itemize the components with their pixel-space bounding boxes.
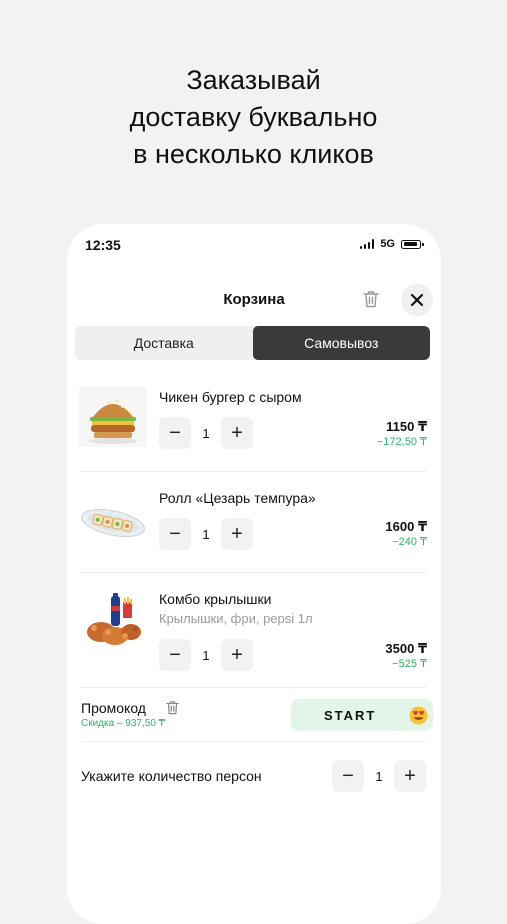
caesar-roll-image (79, 491, 147, 551)
status-time: 12:35 (85, 237, 121, 253)
status-indicators: 5G (359, 238, 424, 250)
promo-code-field[interactable]: START (291, 699, 433, 731)
item-price: 1150 ₸ (386, 419, 427, 434)
persons-stepper: − 1 + (332, 760, 426, 792)
headline-line-2: доставку буквально (129, 102, 378, 132)
remove-promo-trash-icon[interactable] (166, 700, 179, 720)
decrease-button[interactable]: − (159, 518, 191, 550)
quantity-stepper: − 1 + (159, 518, 253, 550)
phone-screen: 12:35 5G Корзина Доставка Самовывоз Чике… (67, 224, 441, 924)
headline: Заказывай доставку буквально в несколько… (0, 62, 507, 173)
item-discount: −240 ₸ (392, 536, 427, 548)
status-bar: 12:35 5G (67, 224, 441, 264)
decrease-persons-button[interactable]: − (332, 760, 364, 792)
item-quantity: 1 (202, 526, 210, 542)
signal-icon (359, 239, 375, 249)
item-quantity: 1 (202, 647, 210, 663)
heart-eyes-emoji-icon (409, 706, 428, 730)
decrease-button[interactable]: − (159, 639, 191, 671)
item-discount: −525 ₸ (392, 658, 427, 670)
promo-code-value: START (324, 708, 377, 723)
item-quantity: 1 (202, 425, 210, 441)
decrease-button[interactable]: − (159, 417, 191, 449)
wings-combo-image (79, 592, 147, 652)
promo-label: Промокод (81, 700, 146, 716)
divider (81, 741, 427, 742)
tab-delivery[interactable]: Доставка (75, 326, 253, 360)
tab-pickup[interactable]: Самовывоз (252, 326, 430, 360)
headline-line-3: в несколько кликов (133, 139, 374, 169)
item-price: 1600 ₸ (385, 519, 427, 534)
increase-button[interactable]: + (221, 518, 253, 550)
quantity-stepper: − 1 + (159, 639, 253, 671)
network-label: 5G (380, 238, 395, 250)
increase-persons-button[interactable]: + (394, 760, 426, 792)
divider (81, 572, 427, 573)
item-name: Комбо крылышки (159, 591, 272, 607)
close-icon (411, 294, 423, 306)
divider (81, 687, 427, 688)
divider (81, 471, 427, 472)
promo-discount: Скидка – 937,50 ₸ (81, 718, 166, 729)
item-description: Крылышки, фри, pepsi 1л (159, 611, 313, 626)
quantity-stepper: − 1 + (159, 417, 253, 449)
increase-button[interactable]: + (221, 639, 253, 671)
delivery-type-tabs: Доставка Самовывоз (75, 326, 430, 360)
chicken-burger-image (79, 387, 147, 447)
item-name: Ролл «Цезарь темпура» (159, 490, 316, 506)
item-name: Чикен бургер с сыром (159, 389, 302, 405)
persons-label: Укажите количество персон (81, 768, 262, 784)
item-price: 3500 ₸ (385, 641, 427, 656)
battery-icon (401, 239, 424, 249)
headline-line-1: Заказывай (186, 65, 321, 95)
close-button[interactable] (401, 284, 433, 316)
persons-quantity: 1 (375, 768, 383, 784)
increase-button[interactable]: + (221, 417, 253, 449)
item-discount: −172,50 ₸ (376, 436, 427, 448)
clear-cart-trash-icon[interactable] (363, 290, 379, 313)
cart-title: Корзина (223, 291, 285, 308)
